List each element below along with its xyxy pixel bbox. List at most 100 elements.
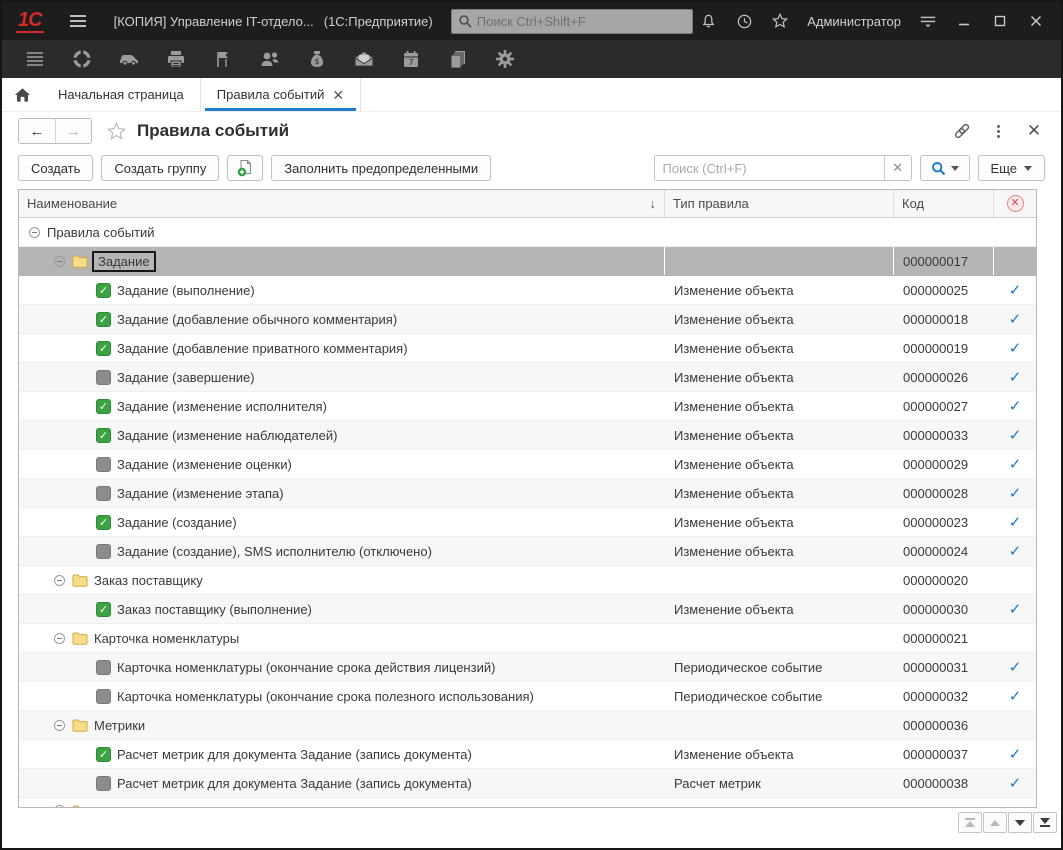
search-options-button[interactable] (920, 155, 970, 181)
rule-disabled-checkbox[interactable] (96, 457, 111, 472)
table-row[interactable]: ✓Задание (изменение наблюдателей)Изменен… (19, 421, 1036, 450)
table-row[interactable]: Правила событий (19, 218, 1036, 247)
table-row[interactable]: ✓Задание (изменение исполнителя)Изменени… (19, 392, 1036, 421)
table-row[interactable]: Карточка номенклатуры000000021 (19, 624, 1036, 653)
documents-icon[interactable] (447, 48, 469, 70)
column-header-rule-type[interactable]: Тип правила (665, 190, 894, 217)
rule-disabled-checkbox[interactable] (96, 544, 111, 559)
printer-icon[interactable] (165, 48, 187, 70)
rule-enabled-checkbox[interactable]: ✓ (96, 341, 111, 356)
gear-icon[interactable] (494, 48, 516, 70)
rule-disabled-checkbox[interactable] (96, 689, 111, 704)
scroll-buttons (18, 808, 1057, 838)
flags-icon[interactable] (212, 48, 234, 70)
get-link-icon[interactable] (951, 120, 973, 142)
row-name: Метрики (94, 718, 145, 733)
column-header-code[interactable]: Код (894, 190, 994, 217)
target-icon[interactable] (71, 48, 93, 70)
fill-predefined-button[interactable]: Заполнить предопределенными (271, 155, 491, 181)
rule-enabled-checkbox[interactable]: ✓ (96, 399, 111, 414)
collapse-expander-icon[interactable] (54, 575, 65, 586)
svg-text:7: 7 (408, 58, 413, 67)
page-header: ← → Правила событий ✕ (18, 112, 1045, 150)
more-button[interactable]: Еще (978, 155, 1045, 181)
home-icon[interactable] (2, 78, 42, 111)
table-row[interactable]: Расчет метрик для документа Задание (зап… (19, 769, 1036, 798)
table-row[interactable]: Заказ поставщику000000020 (19, 566, 1036, 595)
rule-disabled-checkbox[interactable] (96, 660, 111, 675)
main-menu-icon[interactable] (66, 11, 90, 31)
favorite-star-icon[interactable] (106, 121, 127, 142)
users-icon[interactable] (259, 48, 281, 70)
scroll-down-button[interactable] (1008, 812, 1032, 833)
tab-close-icon[interactable]: ✕ (332, 88, 344, 102)
table-row[interactable]: ✓Задание (добавление приватного коммента… (19, 334, 1036, 363)
rule-disabled-checkbox[interactable] (96, 486, 111, 501)
column-header-name[interactable]: Наименование ↓ (19, 190, 665, 217)
menu-list-icon[interactable] (24, 48, 46, 70)
table-row[interactable] (19, 798, 1036, 807)
favorites-star-icon[interactable] (765, 8, 795, 34)
global-search-input[interactable] (451, 9, 693, 34)
collapse-expander-icon[interactable] (54, 720, 65, 731)
folder-icon (72, 632, 88, 645)
table-row[interactable]: ✓Заказ поставщику (выполнение)Изменение … (19, 595, 1036, 624)
minimize-button[interactable] (949, 8, 979, 34)
service-menu-icon[interactable] (913, 8, 943, 34)
collapse-expander-icon[interactable] (29, 227, 40, 238)
collapse-expander-icon[interactable] (54, 633, 65, 644)
table-row[interactable]: Карточка номенклатуры (окончание срока п… (19, 682, 1036, 711)
rule-type-cell: Изменение объекта (665, 363, 894, 391)
column-header-disabled[interactable]: ✕ (994, 190, 1036, 217)
mail-icon[interactable] (353, 48, 375, 70)
table-row[interactable]: Карточка номенклатуры (окончание срока д… (19, 653, 1036, 682)
create-button[interactable]: Создать (18, 155, 93, 181)
search-input[interactable] (655, 156, 884, 180)
calendar-icon[interactable]: 7 (400, 48, 422, 70)
table-row[interactable]: Задание (создание), SMS исполнителю (отк… (19, 537, 1036, 566)
rule-enabled-checkbox[interactable]: ✓ (96, 602, 111, 617)
rule-disabled-checkbox[interactable] (96, 370, 111, 385)
table-row[interactable]: Задание (завершение)Изменение объекта000… (19, 363, 1036, 392)
rule-enabled-checkbox[interactable]: ✓ (96, 312, 111, 327)
close-form-icon[interactable]: ✕ (1023, 120, 1045, 142)
create-by-copy-button[interactable] (227, 155, 263, 181)
money-bag-icon[interactable]: $ (306, 48, 328, 70)
scroll-top-button[interactable] (958, 812, 982, 833)
notifications-bell-icon[interactable] (693, 8, 723, 34)
tab-event-rules[interactable]: Правила событий ✕ (201, 78, 361, 111)
rule-disabled-checkbox[interactable] (96, 776, 111, 791)
rule-type-cell: Изменение объекта (665, 334, 894, 362)
code-cell: 000000030 (894, 595, 994, 623)
table-row[interactable]: ✓Задание (добавление обычного комментари… (19, 305, 1036, 334)
current-user[interactable]: Администратор (807, 14, 901, 29)
clear-search-icon[interactable]: ✕ (884, 156, 911, 180)
scroll-bottom-button[interactable] (1033, 812, 1057, 833)
rule-enabled-checkbox[interactable]: ✓ (96, 515, 111, 530)
collapse-expander-icon[interactable] (54, 256, 65, 267)
table-row[interactable]: Метрики000000036 (19, 711, 1036, 740)
maximize-button[interactable] (985, 8, 1015, 34)
table-row[interactable]: Задание (изменение оценки)Изменение объе… (19, 450, 1036, 479)
table-row[interactable]: Задание000000017 (19, 247, 1036, 276)
scroll-up-button[interactable] (983, 812, 1007, 833)
tab-home-page[interactable]: Начальная страница (42, 78, 201, 111)
forward-button[interactable]: → (55, 119, 91, 143)
table-row[interactable]: ✓Расчет метрик для документа Задание (за… (19, 740, 1036, 769)
table-row[interactable]: ✓Задание (выполнение)Изменение объекта00… (19, 276, 1036, 305)
truck-icon[interactable] (118, 48, 140, 70)
rule-enabled-checkbox[interactable]: ✓ (96, 428, 111, 443)
code-cell: 000000024 (894, 537, 994, 565)
more-menu-icon[interactable] (987, 120, 1009, 142)
create-group-button[interactable]: Создать группу (101, 155, 219, 181)
active-mark-cell: ✓ (994, 450, 1036, 478)
rule-type-cell: Изменение объекта (665, 479, 894, 507)
history-icon[interactable] (729, 8, 759, 34)
rule-enabled-checkbox[interactable]: ✓ (96, 283, 111, 298)
rule-enabled-checkbox[interactable]: ✓ (96, 747, 111, 762)
back-button[interactable]: ← (19, 119, 55, 143)
table-row[interactable]: Задание (изменение этапа)Изменение объек… (19, 479, 1036, 508)
close-window-button[interactable] (1021, 8, 1051, 34)
collapse-expander-icon[interactable] (54, 805, 65, 807)
table-row[interactable]: ✓Задание (создание)Изменение объекта0000… (19, 508, 1036, 537)
